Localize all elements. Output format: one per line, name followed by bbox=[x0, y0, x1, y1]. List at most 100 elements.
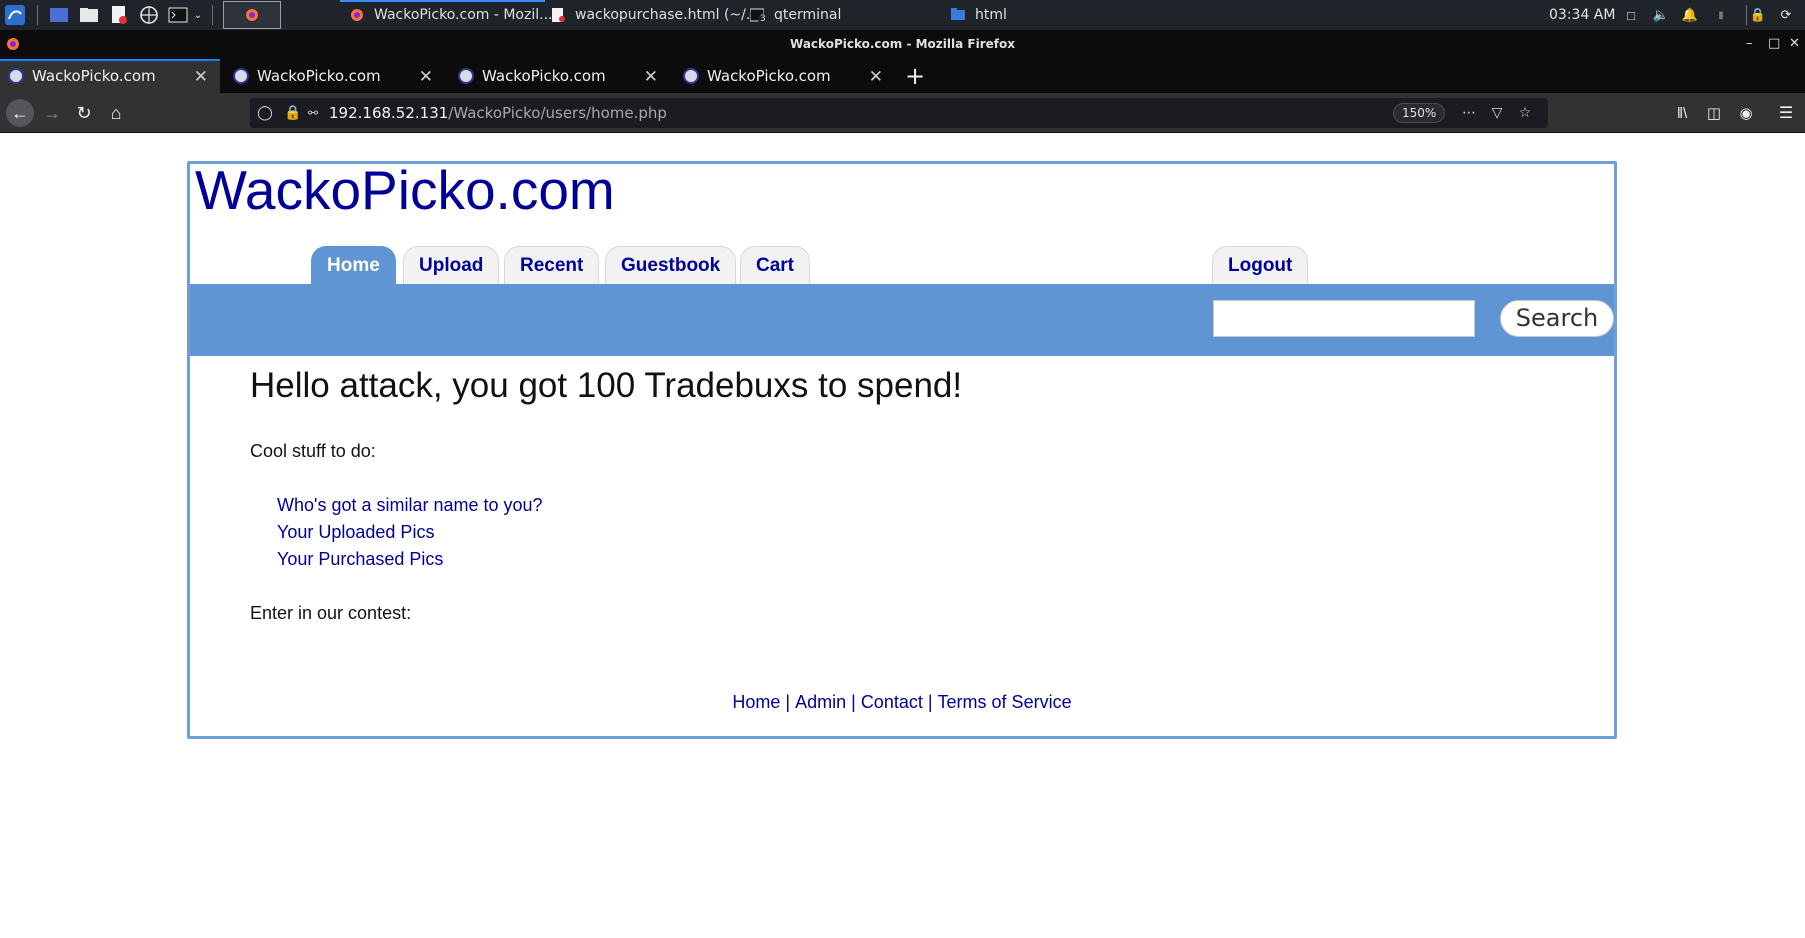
greeting-heading: Hello attack, you got 100 Tradebuxs to s… bbox=[250, 366, 963, 405]
task-badge: 3 bbox=[758, 14, 768, 24]
close-tab-icon[interactable]: ✕ bbox=[869, 67, 883, 87]
back-button[interactable]: ← bbox=[6, 99, 34, 127]
insecure-lock-icon[interactable]: 🔒 bbox=[284, 104, 302, 122]
url-path: /WackoPicko/users/home.php bbox=[448, 104, 667, 122]
chevron-down-icon[interactable]: ⌄ bbox=[191, 4, 205, 26]
search-bar-strip: Search bbox=[190, 284, 1614, 356]
volume-icon[interactable]: 🔈 bbox=[1653, 7, 1669, 23]
taskbar-task-editor[interactable]: wackopurchase.html (~/... bbox=[551, 0, 759, 30]
window-title: WackoPicko.com - Mozilla Firefox bbox=[790, 37, 1015, 51]
os-taskbar: ⌄ WackoPicko.com - Mozil... wackopurchas… bbox=[0, 0, 1805, 30]
show-desktop-icon[interactable] bbox=[48, 4, 70, 26]
task-label: html bbox=[975, 7, 1007, 23]
similar-name-link[interactable]: Who's got a similar name to you? bbox=[277, 495, 543, 516]
web-browser-icon[interactable] bbox=[138, 4, 160, 26]
tab-strip: WackoPicko.com ✕ WackoPicko.com ✕ WackoP… bbox=[0, 59, 1805, 93]
taskbar-separator bbox=[212, 5, 213, 25]
pocket-icon[interactable]: ▽ bbox=[1488, 104, 1506, 122]
folder-icon bbox=[951, 8, 965, 22]
notification-bell-icon[interactable]: 🔔 bbox=[1682, 7, 1698, 23]
close-tab-icon[interactable]: ✕ bbox=[194, 67, 208, 87]
terminal-icon: 3 bbox=[749, 8, 768, 24]
maximize-icon[interactable]: □ bbox=[1768, 36, 1780, 51]
home-icon[interactable]: ⌂ bbox=[104, 101, 128, 125]
search-button[interactable]: Search bbox=[1500, 300, 1614, 337]
favicon-icon bbox=[233, 68, 249, 84]
purchased-pics-link[interactable]: Your Purchased Pics bbox=[277, 549, 443, 570]
task-label: qterminal bbox=[774, 7, 842, 23]
window-titlebar: WackoPicko.com - Mozilla Firefox – □ ✕ bbox=[0, 30, 1805, 59]
account-icon[interactable]: ◉ bbox=[1734, 101, 1758, 125]
file-manager-icon[interactable] bbox=[78, 4, 100, 26]
library-icon[interactable]: ‖\ bbox=[1670, 101, 1694, 125]
text-editor-icon[interactable] bbox=[108, 4, 130, 26]
page-viewport: WackoPicko.com Home Upload Recent Guestb… bbox=[0, 134, 1805, 938]
nav-tab-cart[interactable]: Cart bbox=[740, 246, 811, 284]
bookmark-star-icon[interactable]: ☆ bbox=[1516, 104, 1534, 122]
favicon-icon bbox=[458, 68, 474, 84]
favicon-icon bbox=[8, 68, 24, 84]
browser-tab[interactable]: WackoPicko.com ✕ bbox=[0, 59, 220, 93]
terminal-launcher-icon[interactable] bbox=[167, 4, 189, 26]
contest-label: Enter in our contest: bbox=[250, 603, 412, 623]
minimize-icon[interactable]: – bbox=[1746, 36, 1753, 51]
close-tab-icon[interactable]: ✕ bbox=[644, 67, 658, 87]
footer-separator: | bbox=[851, 692, 856, 712]
footer-separator: | bbox=[785, 692, 791, 712]
close-tab-icon[interactable]: ✕ bbox=[419, 67, 433, 87]
tab-title: WackoPicko.com bbox=[707, 67, 831, 85]
footer-home-link[interactable]: Home bbox=[732, 692, 780, 712]
close-window-icon[interactable]: ✕ bbox=[1789, 36, 1800, 51]
taskbar-task-terminal[interactable]: 3 qterminal bbox=[749, 0, 920, 30]
uploaded-pics-link[interactable]: Your Uploaded Pics bbox=[277, 522, 434, 543]
url-bar[interactable]: ◯ 🔒 ⚯ 192.168.52.131/WackoPicko/users/ho… bbox=[250, 98, 1548, 128]
site-title[interactable]: WackoPicko.com bbox=[195, 158, 615, 222]
url-host: 192.168.52.131 bbox=[329, 104, 449, 122]
browser-tab[interactable]: WackoPicko.com ✕ bbox=[675, 59, 895, 93]
footer-separator: | bbox=[927, 692, 933, 712]
taskbar-task-firefox[interactable]: WackoPicko.com - Mozil... bbox=[340, 0, 552, 30]
tab-title: WackoPicko.com bbox=[482, 67, 606, 85]
reload-icon[interactable]: ↻ bbox=[72, 101, 96, 125]
browser-tab[interactable]: WackoPicko.com ✕ bbox=[225, 59, 445, 93]
forward-button[interactable]: → bbox=[40, 101, 64, 125]
footer-contact-link[interactable]: Contact bbox=[861, 692, 923, 712]
nav-tab-recent[interactable]: Recent bbox=[504, 246, 600, 284]
new-tab-icon[interactable]: + bbox=[905, 62, 925, 90]
task-label: wackopurchase.html (~/... bbox=[575, 7, 760, 23]
lock-icon[interactable]: 🔒 bbox=[1750, 7, 1766, 23]
sidebar-icon[interactable]: ◫ bbox=[1702, 101, 1726, 125]
zoom-level[interactable]: 150% bbox=[1393, 103, 1446, 123]
tab-title: WackoPicko.com bbox=[257, 67, 381, 85]
taskbar-separator bbox=[37, 5, 38, 25]
nav-tab-home[interactable]: Home bbox=[311, 246, 396, 284]
key-icon[interactable]: ⚯ bbox=[304, 104, 322, 122]
clock[interactable]: 03:34 AM bbox=[1549, 0, 1615, 30]
screen-icon[interactable]: □ bbox=[1623, 7, 1639, 23]
power-icon[interactable]: ⟳ bbox=[1778, 7, 1794, 23]
taskbar-separator bbox=[1746, 5, 1747, 25]
shield-icon[interactable]: ◯ bbox=[256, 104, 274, 122]
page-actions-icon[interactable]: ⋯ bbox=[1460, 104, 1478, 122]
cool-stuff-label: Cool stuff to do: bbox=[250, 441, 376, 461]
nav-tab-upload[interactable]: Upload bbox=[403, 246, 500, 284]
kali-menu-icon[interactable] bbox=[4, 4, 26, 26]
footer-links: Home | Admin | Contact | Terms of Service bbox=[190, 692, 1614, 713]
footer-admin-link[interactable]: Admin bbox=[795, 692, 846, 712]
taskbar-task-folder[interactable]: html bbox=[951, 0, 1071, 30]
search-input[interactable] bbox=[1213, 300, 1475, 337]
tab-title: WackoPicko.com bbox=[32, 67, 156, 85]
firefox-icon bbox=[350, 8, 364, 22]
menu-icon[interactable]: ☰ bbox=[1774, 101, 1798, 125]
text-file-icon bbox=[551, 8, 565, 22]
nav-tab-guestbook[interactable]: Guestbook bbox=[605, 246, 737, 284]
navigation-toolbar: ← → ↻ ⌂ ◯ 🔒 ⚯ 192.168.52.131/WackoPicko/… bbox=[0, 93, 1805, 133]
favicon-icon bbox=[683, 68, 699, 84]
site-container: WackoPicko.com Home Upload Recent Guestb… bbox=[187, 158, 1617, 739]
footer-terms-link[interactable]: Terms of Service bbox=[938, 692, 1072, 712]
nav-tab-logout[interactable]: Logout bbox=[1212, 246, 1309, 284]
browser-tab[interactable]: WackoPicko.com ✕ bbox=[450, 59, 670, 93]
task-label: WackoPicko.com - Mozil... bbox=[374, 7, 553, 23]
battery-icon[interactable]: ▮ bbox=[1713, 7, 1729, 23]
workspace-button[interactable] bbox=[223, 1, 281, 29]
